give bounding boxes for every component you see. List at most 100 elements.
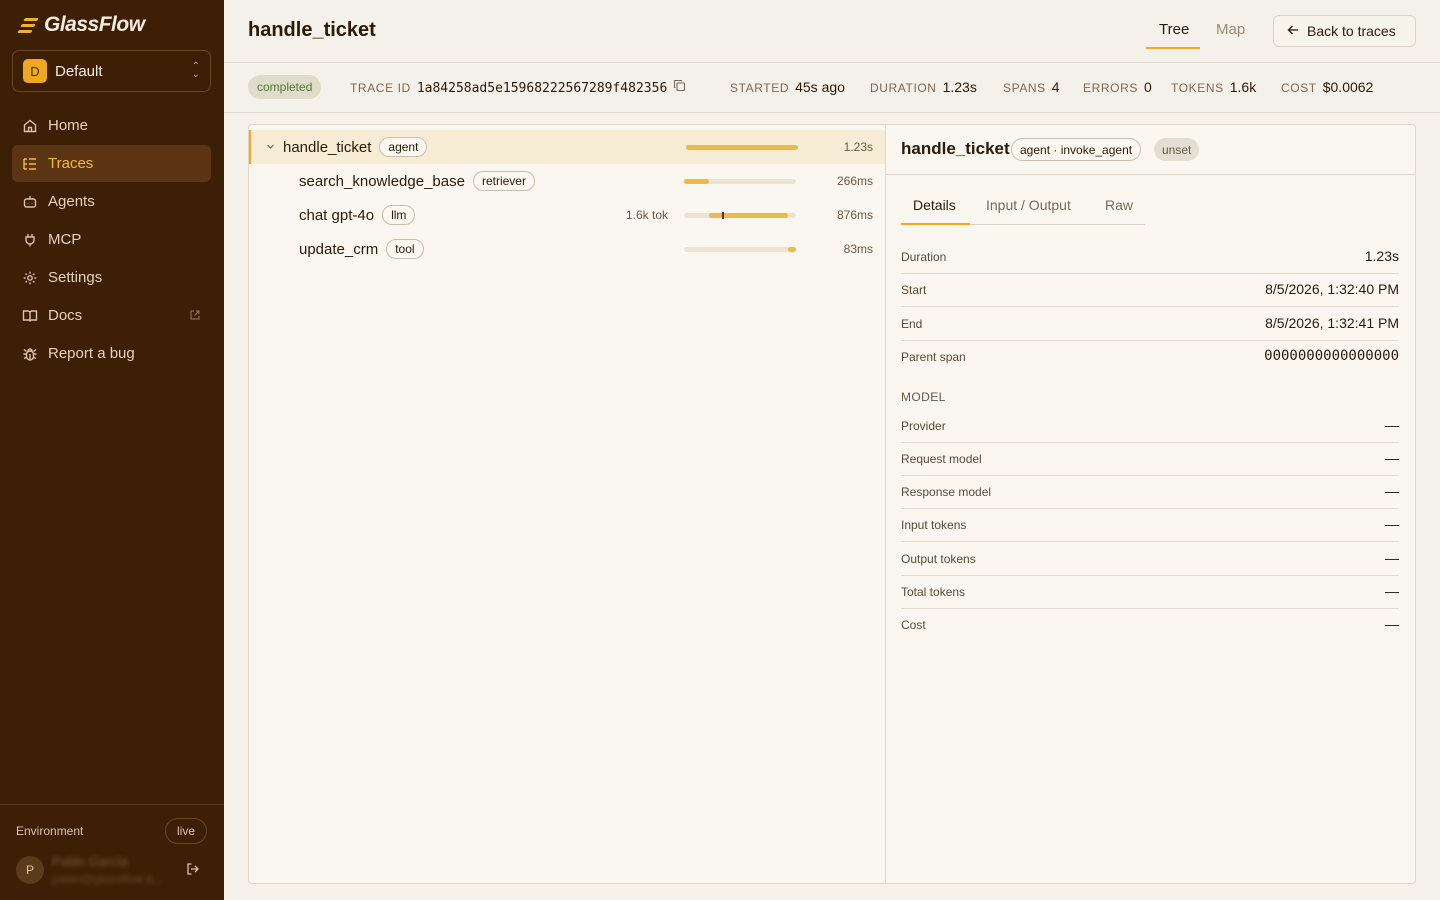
detail-field-start: Start 8/5/2026, 1:32:40 PM [901, 274, 1399, 307]
meta-cost: COST $0.0062 [1281, 79, 1373, 95]
meta-tokens: TOKENS 1.6k [1171, 79, 1256, 95]
field-label: Output tokens [901, 552, 976, 566]
meta-spans: SPANS 4 [1003, 79, 1060, 95]
span-timeline-track [684, 247, 796, 252]
field-value: 0000000000000000 [1264, 348, 1399, 364]
meta-value: $0.0062 [1322, 79, 1374, 95]
sidebar-item-label: Traces [48, 155, 94, 172]
field-label: Total tokens [901, 585, 966, 599]
environment-badge[interactable]: live [165, 818, 207, 844]
span-timeline-bar [686, 145, 798, 150]
trace-panel: handle_ticket agent 1.23s search_knowled… [248, 124, 1416, 884]
field-value: — [1385, 417, 1399, 433]
bot-icon [22, 194, 38, 210]
span-row[interactable]: handle_ticket agent 1.23s [249, 130, 885, 164]
sidebar: GlassFlow D Default ⌃ ⌄ Home Traces Agent… [0, 0, 224, 900]
copy-icon[interactable] [673, 79, 686, 97]
chevron-down-icon[interactable] [266, 142, 275, 153]
back-to-traces-button[interactable]: Back to traces [1273, 15, 1416, 47]
span-name: update_crm [299, 240, 379, 258]
sidebar-item-mcp[interactable]: MCP [12, 221, 211, 258]
sidebar-item-settings[interactable]: Settings [12, 259, 211, 296]
workspace-switcher[interactable]: D Default ⌃ ⌄ [12, 50, 211, 92]
field-label: Request model [901, 452, 982, 466]
span-timeline-track [684, 179, 796, 184]
tab-raw[interactable]: Raw [1105, 197, 1133, 213]
field-label: Parent span [901, 350, 966, 364]
bug-icon [22, 346, 38, 362]
model-field-input-tokens: Input tokens — [901, 509, 1399, 542]
field-label: Provider [901, 419, 946, 433]
detail-header-divider [886, 174, 1415, 175]
tab-details[interactable]: Details [913, 197, 956, 213]
sidebar-item-home[interactable]: Home [12, 107, 211, 144]
book-icon [22, 308, 38, 324]
sidebar-item-agents[interactable]: Agents [12, 183, 211, 220]
meta-label: TRACE ID [350, 81, 411, 95]
span-kind-badge: tool [386, 239, 424, 259]
span-name: chat gpt-4o [299, 206, 375, 224]
chevron-up-down-icon: ⌃ ⌄ [191, 61, 200, 80]
meta-value: 45s ago [795, 79, 845, 95]
sidebar-nav: Home Traces Agents MCP Settings Docs Rep… [12, 107, 211, 373]
sidebar-divider [0, 804, 224, 805]
span-timeline-bar [708, 213, 789, 218]
gear-icon [22, 270, 38, 286]
tab-map[interactable]: Map [1216, 21, 1245, 38]
span-duration: 876ms [836, 208, 873, 222]
tab-input-output[interactable]: Input / Output [986, 197, 1071, 213]
arrow-left-icon [1287, 23, 1299, 39]
brand-logo[interactable]: GlassFlow [17, 13, 145, 37]
sidebar-item-docs[interactable]: Docs [12, 297, 211, 334]
span-timeline-bar [684, 179, 709, 184]
model-field-cost: Cost — [901, 609, 1399, 642]
field-value: — [1385, 450, 1399, 466]
page-header: handle_ticket Tree Map Back to traces [224, 0, 1440, 63]
traces-icon [22, 156, 38, 172]
sidebar-item-report-bug[interactable]: Report a bug [12, 335, 211, 372]
status-badge: completed [248, 75, 322, 99]
span-kind-badge: agent [379, 137, 428, 157]
sidebar-item-traces[interactable]: Traces [12, 145, 211, 182]
detail-field-parent-span: Parent span 0000000000000000 [901, 341, 1399, 374]
trace-id-value: 1a84258ad5e15968222567289f482356 [416, 81, 668, 96]
meta-label: COST [1281, 81, 1317, 95]
span-row[interactable]: chat gpt-4o llm 1.6k tok 876ms [249, 198, 885, 232]
meta-value: 1.6k [1229, 79, 1257, 95]
span-name: search_knowledge_base [299, 172, 465, 190]
model-field-request-model: Request model — [901, 443, 1399, 476]
sidebar-item-label: Home [48, 117, 89, 134]
detail-field-duration: Duration 1.23s [901, 241, 1399, 274]
field-label: Cost [901, 618, 926, 632]
plug-icon [22, 232, 38, 248]
home-icon [22, 118, 38, 134]
meta-value: 1.23s [942, 79, 977, 95]
field-value: 8/5/2026, 1:32:41 PM [1265, 315, 1399, 331]
sidebar-item-label: Docs [48, 307, 83, 324]
user-name: Pablo García [52, 854, 128, 869]
model-field-response-model: Response model — [901, 476, 1399, 509]
environment-label: Environment [16, 824, 84, 838]
logout-icon[interactable] [186, 862, 200, 881]
active-tab-indicator [901, 223, 970, 225]
span-row[interactable]: update_crm tool 83ms [249, 232, 885, 266]
span-duration: 266ms [836, 174, 873, 188]
span-row[interactable]: search_knowledge_base retriever 266ms [249, 164, 885, 198]
model-field-total-tokens: Total tokens — [901, 576, 1399, 609]
tab-tree[interactable]: Tree [1159, 21, 1189, 38]
meta-trace-id: TRACE ID 1a84258ad5e15968222567289f48235… [350, 79, 686, 97]
span-status-badge: unset [1154, 138, 1200, 161]
field-label: Input tokens [901, 518, 967, 532]
workspace-initial: D [23, 59, 47, 83]
field-label: Duration [901, 250, 947, 264]
field-value: 1.23s [1364, 248, 1399, 264]
meta-label: TOKENS [1171, 81, 1224, 95]
field-value: — [1385, 550, 1399, 566]
workspace-name: Default [55, 62, 103, 80]
span-timeline-bar [788, 247, 796, 252]
span-duration: 1.23s [843, 140, 873, 154]
span-detail-title: handle_ticket [901, 139, 1010, 158]
meta-errors: ERRORS 0 [1083, 79, 1152, 95]
field-label: End [901, 317, 923, 331]
avatar[interactable]: P [16, 856, 44, 884]
